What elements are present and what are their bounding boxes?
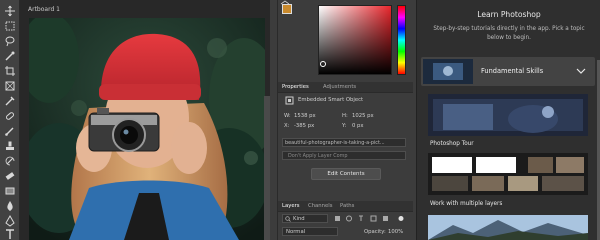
layers-tabs: Layers Channels Paths [278, 201, 413, 212]
y-value[interactable]: 0 px [352, 123, 364, 129]
artboard-label: Artboard 1 [28, 6, 60, 13]
blend-mode-select[interactable]: Normal [282, 227, 338, 236]
quick-select-tool-icon[interactable] [3, 49, 17, 62]
color-picker-handle[interactable] [320, 61, 326, 67]
move-tool-icon[interactable] [3, 4, 17, 17]
tab-channels[interactable]: Channels [308, 203, 333, 209]
height-label: H: [342, 113, 348, 119]
tools-toolbar [0, 0, 20, 240]
learn-panel: Learn Photoshop Step-by-step tutorials d… [416, 0, 600, 240]
tutorial-thumbnail-next[interactable] [428, 215, 588, 240]
search-icon [285, 216, 291, 222]
learn-description: Step-by-step tutorials directly in the a… [433, 26, 585, 41]
hue-slider[interactable] [397, 5, 406, 75]
crop-tool-icon[interactable] [3, 64, 17, 77]
canvas-vertical-scrollbar[interactable] [264, 96, 270, 240]
panels-column: Properties Adjustments Embedded Smart Ob… [277, 0, 413, 240]
tab-adjustments[interactable]: Adjustments [323, 84, 356, 90]
opacity-label: Opacity: [364, 229, 386, 235]
tutorial-thumbnail-tour[interactable] [428, 94, 588, 136]
healing-brush-tool-icon[interactable] [3, 109, 17, 122]
layer-filter-select[interactable]: Kind [282, 214, 328, 223]
properties-tabs: Properties Adjustments [278, 82, 413, 93]
fundamental-skills-section[interactable]: Fundamental Skills [421, 57, 595, 86]
layer-type-label: Embedded Smart Object [298, 97, 364, 103]
gradient-tool-icon[interactable] [3, 184, 17, 197]
learn-title: Learn Photoshop [477, 10, 541, 19]
pen-tool-icon[interactable] [3, 214, 17, 227]
tutorial-label-tour[interactable]: Photoshop Tour [430, 141, 474, 147]
width-value[interactable]: 1538 px [294, 113, 316, 119]
blend-mode-value: Normal [286, 229, 306, 235]
swap-colors-icon[interactable] [279, 0, 291, 6]
blur-tool-icon[interactable] [3, 199, 17, 212]
layer-filter-value: Kind [293, 216, 305, 222]
type-tool-icon[interactable] [3, 227, 17, 240]
width-label: W: [284, 113, 291, 119]
history-brush-tool-icon[interactable] [3, 154, 17, 167]
marquee-tool-icon[interactable] [3, 19, 17, 32]
tab-properties[interactable]: Properties [282, 84, 309, 90]
tab-paths[interactable]: Paths [340, 203, 354, 209]
frame-tool-icon[interactable] [3, 79, 17, 92]
clone-stamp-tool-icon[interactable] [3, 139, 17, 152]
tutorial-thumbnail-layers[interactable] [428, 153, 588, 195]
x-label: X: [284, 123, 290, 129]
smart-object-icon [285, 96, 294, 105]
linked-filename: beautiful-photographer-is-taking-a-pict.… [285, 140, 385, 146]
brush-tool-icon[interactable] [3, 124, 17, 137]
document-canvas[interactable]: Artboard 1 [20, 0, 270, 240]
eyedropper-tool-icon[interactable] [3, 94, 17, 107]
color-field[interactable] [318, 5, 392, 75]
lasso-tool-icon[interactable] [3, 34, 17, 47]
layer-filter-icons[interactable] [333, 215, 408, 223]
eraser-tool-icon[interactable] [3, 169, 17, 182]
skills-label: Fundamental Skills [481, 67, 544, 75]
height-value[interactable]: 1025 px [352, 113, 374, 119]
edit-contents-button[interactable]: Edit Contents [311, 168, 381, 180]
layer-comp-value: Don't Apply Layer Comp [288, 153, 348, 159]
opacity-value[interactable]: 100% [388, 229, 403, 235]
layer-comp-select[interactable]: Don't Apply Layer Comp [282, 151, 406, 160]
chevron-down-icon[interactable] [576, 68, 586, 75]
tutorial-label-layers[interactable]: Work with multiple layers [430, 201, 502, 207]
x-value[interactable]: -385 px [294, 123, 314, 129]
linked-filename-field[interactable]: beautiful-photographer-is-taking-a-pict.… [282, 138, 406, 147]
tab-layers[interactable]: Layers [282, 203, 300, 209]
artboard-photo[interactable] [29, 18, 265, 240]
y-label: Y: [342, 123, 347, 129]
skills-thumbnail [423, 59, 473, 84]
